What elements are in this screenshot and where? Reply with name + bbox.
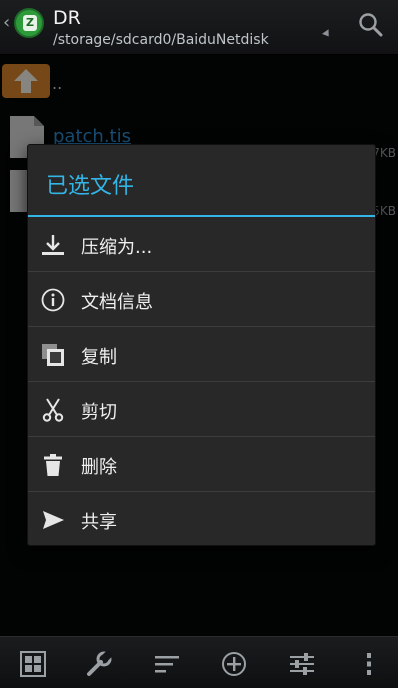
more-vert-icon[interactable] [356,651,382,677]
top-bar: ‹ Z DR /storage/sdcard0/BaiduNetdisk [0,0,398,55]
divider [28,491,375,492]
menu-item-cut[interactable]: 剪切 [28,383,375,437]
menu-item-label: 删除 [81,457,117,478]
menu-item-file-info[interactable]: 文档信息 [28,273,375,327]
wrench-icon[interactable] [86,651,112,677]
trash-icon [44,454,62,476]
info-icon [41,288,65,312]
divider [28,381,375,382]
divider [28,271,375,272]
menu-item-label: 剪切 [81,402,117,423]
app-title: DR [53,7,81,29]
search-icon[interactable] [358,12,384,38]
current-path[interactable]: /storage/sdcard0/BaiduNetdisk [53,32,269,48]
bottom-toolbar [0,636,398,688]
add-circle-icon[interactable] [221,651,247,677]
app-icon[interactable]: Z [14,8,44,38]
share-icon [43,511,64,529]
menu-item-label: 文档信息 [81,292,153,313]
menu-item-share[interactable]: 共享 [28,493,375,547]
sliders-icon[interactable] [289,651,315,677]
menu-item-delete[interactable]: 删除 [28,438,375,492]
divider [28,436,375,437]
menu-item-compress[interactable]: 压缩为... [28,218,375,272]
path-dropdown-icon[interactable] [322,29,332,39]
menu-item-label: 压缩为... [81,237,153,258]
divider [28,326,375,327]
app-icon-letter: Z [23,15,37,31]
download-icon [42,235,64,255]
grid-icon[interactable] [20,651,46,677]
menu-item-copy[interactable]: 复制 [28,328,375,382]
dialog-title-divider [28,215,375,217]
copy-icon [42,344,64,366]
menu-item-label: 复制 [81,347,117,368]
sort-icon[interactable] [154,651,180,677]
selected-files-dialog: 已选文件 压缩为... 文档信息 复制 剪切 删除 共享 [28,145,375,545]
dialog-title: 已选文件 [46,174,135,199]
menu-item-label: 共享 [81,512,117,533]
scissors-icon [42,398,64,422]
back-chevron-icon[interactable]: ‹ [3,12,10,33]
